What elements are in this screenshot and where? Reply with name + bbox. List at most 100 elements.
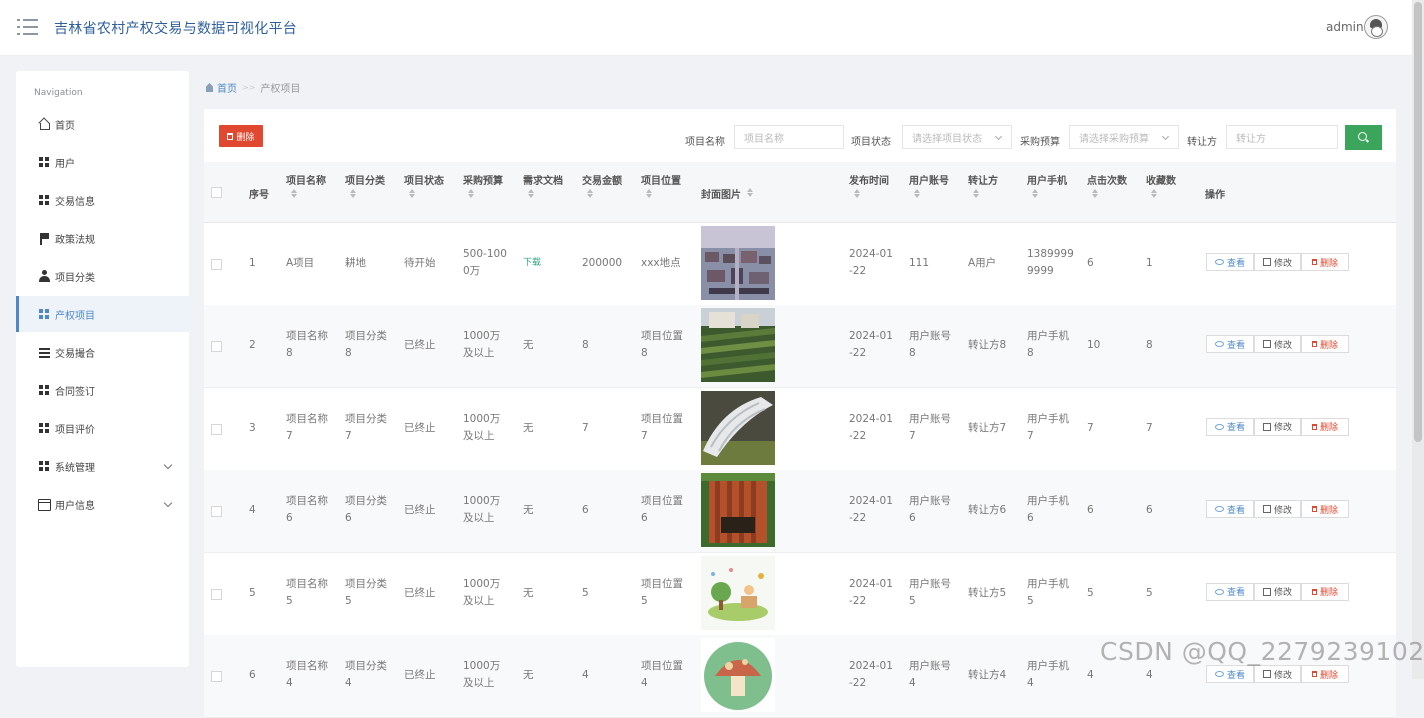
edit-button[interactable]: 修改 [1254, 665, 1301, 683]
delete-button[interactable]: 删除 [1301, 665, 1349, 683]
table-row: 4 项目名称 6 项目分类 6 已终止 1000万 及以上 无 6 项目位置 6 2024-01 -22 用… [204, 470, 1396, 554]
nav-caption: Navigation [34, 88, 83, 98]
row-checkbox[interactable] [211, 588, 222, 600]
row-checkbox[interactable] [211, 341, 222, 353]
th-cover[interactable]: 封面图片 [701, 186, 753, 201]
avatar[interactable] [1364, 15, 1388, 39]
view-button[interactable]: 查看 [1206, 253, 1254, 271]
sidebar-item-10[interactable]: 用户信息 [16, 486, 189, 522]
th-status[interactable]: 项目状态 [404, 172, 444, 198]
edit-button[interactable]: 修改 [1254, 417, 1301, 436]
page-scrollbar-thumb[interactable] [1414, 2, 1422, 442]
th-doc-label: 需求文档 [523, 176, 563, 187]
sort-icon [914, 189, 920, 198]
select-all-checkbox[interactable] [211, 187, 222, 198]
cell-line: 10 [1087, 339, 1101, 352]
sidebar-item-4[interactable]: 项目分类 [16, 258, 189, 294]
cover-image[interactable] [701, 390, 775, 465]
delete-button[interactable]: 删除 [1301, 582, 1349, 601]
view-button[interactable]: 查看 [1206, 582, 1254, 601]
th-name[interactable]: 项目名称 [286, 172, 326, 198]
th-time[interactable]: 发布时间 [849, 172, 889, 198]
breadcrumb-home[interactable]: 首页 [205, 80, 237, 95]
search-button[interactable] [1345, 125, 1382, 150]
view-button[interactable]: 查看 [1206, 500, 1254, 519]
transferor-input[interactable]: 转让方 [1226, 125, 1338, 149]
cover-image[interactable] [701, 226, 775, 300]
cell-line: A用户 [968, 257, 997, 269]
cover-image[interactable] [701, 555, 775, 630]
th-transferor[interactable]: 转让方 [968, 172, 998, 198]
chevron-down-icon [163, 498, 173, 508]
cell-line: 用户手机 [1027, 495, 1069, 508]
th-favorites[interactable]: 收藏数 [1146, 172, 1176, 198]
sidebar-item-7[interactable]: 合同签订 [16, 372, 189, 408]
edit-button[interactable]: 修改 [1254, 335, 1301, 354]
sidebar-item-label: 项目分类 [55, 272, 95, 284]
cover-image[interactable] [701, 638, 775, 712]
project-name-input[interactable]: 项目名称 [734, 125, 844, 149]
top-header: 吉林省农村产权交易与数据可视化平台 admin [0, 0, 1412, 56]
cell-line: 项目位置 [641, 495, 683, 508]
view-button[interactable]: 查看 [1206, 665, 1254, 683]
sidebar-item-9[interactable]: 系统管理 [16, 448, 189, 484]
row-checkbox[interactable] [211, 259, 222, 270]
batch-delete-button[interactable]: 删除 [219, 125, 263, 147]
app-title: 吉林省农村产权交易与数据可视化平台 [54, 21, 298, 37]
project-status-select[interactable]: 请选择项目状态 [902, 125, 1012, 149]
row-checkbox[interactable] [211, 506, 222, 518]
th-location[interactable]: 项目位置 [641, 172, 681, 198]
cell-status: 待开始 [404, 255, 436, 272]
eye-icon [1214, 671, 1224, 677]
cell-doc: 无 [523, 667, 534, 684]
delete-button[interactable]: 删除 [1301, 417, 1349, 436]
row-checkbox[interactable] [211, 671, 222, 682]
sidebar-item-8[interactable]: 项目评价 [16, 410, 189, 446]
sidebar-item-3[interactable]: 政策法规 [16, 220, 189, 256]
breadcrumb-separator: >> [242, 83, 256, 92]
th-amount[interactable]: 交易金额 [582, 172, 622, 198]
delete-button[interactable]: 删除 [1301, 500, 1349, 519]
sidebar-item-6[interactable]: 交易撮合 [16, 334, 189, 370]
cover-image[interactable] [701, 308, 775, 383]
edit-button[interactable]: 修改 [1254, 253, 1301, 271]
cell-line: 8 [1146, 339, 1153, 352]
sidebar-item-label: 首页 [55, 120, 75, 132]
cell-line: 项目名称 [286, 330, 328, 343]
th-phone-label: 用户手机 [1027, 176, 1067, 187]
view-button[interactable]: 查看 [1206, 417, 1254, 436]
cell-location: 项目位置 8 [641, 328, 683, 362]
budget-select[interactable]: 请选择采购预算 [1069, 125, 1179, 149]
edit-icon [1262, 258, 1271, 266]
delete-button[interactable]: 删除 [1301, 253, 1349, 271]
cell-line: 1000万 [463, 412, 501, 425]
th-category[interactable]: 项目分类 [345, 172, 385, 198]
th-clicks[interactable]: 点击次数 [1087, 172, 1127, 198]
flag-icon [38, 232, 51, 245]
cell-line: 待开始 [404, 257, 436, 269]
edit-button[interactable]: 修改 [1254, 500, 1301, 519]
edit-button[interactable]: 修改 [1254, 582, 1301, 601]
cell-index: 3 [249, 420, 256, 437]
th-budget[interactable]: 采购预算 [463, 172, 503, 198]
del-icon [1311, 506, 1317, 513]
view-button-label: 查看 [1226, 340, 1245, 351]
row-checkbox[interactable] [211, 423, 222, 435]
th-phone[interactable]: 用户手机 [1027, 172, 1067, 198]
th-account[interactable]: 用户账号 [909, 172, 949, 198]
user-name[interactable]: admin [1326, 20, 1364, 34]
view-button[interactable]: 查看 [1206, 335, 1254, 354]
cell-line: 7 [582, 421, 589, 434]
cell-line: 1389999 [1027, 248, 1074, 260]
cover-image[interactable] [701, 473, 775, 548]
sidebar-item-1[interactable]: 用户 [16, 144, 189, 180]
menu-toggle-icon[interactable] [17, 19, 38, 35]
cell-transferor: 转让方7 [968, 420, 1006, 437]
sidebar-item-0[interactable]: 首页 [16, 106, 189, 142]
sidebar-item-5[interactable]: 产权项目 [16, 296, 189, 332]
th-doc[interactable]: 需求文档 [523, 172, 563, 198]
sort-icon [854, 189, 860, 198]
delete-button[interactable]: 删除 [1301, 335, 1349, 354]
cell-doc[interactable]: 下载 [523, 255, 541, 272]
sidebar-item-2[interactable]: 交易信息 [16, 182, 189, 218]
